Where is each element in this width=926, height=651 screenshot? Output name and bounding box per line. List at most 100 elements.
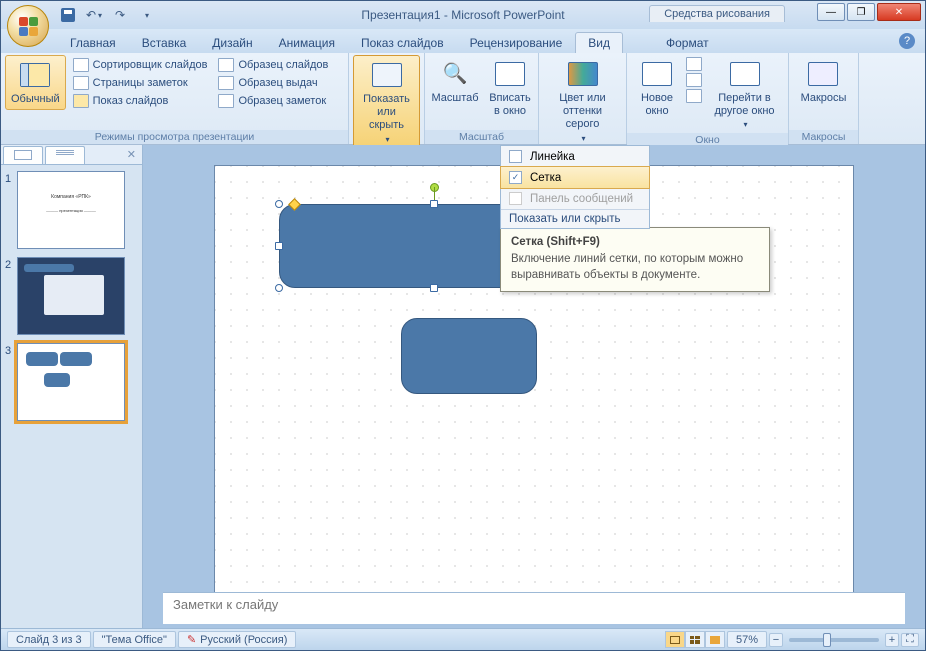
zoom-icon: 🔍 (439, 58, 471, 90)
zoom-button[interactable]: 🔍 Масштаб (429, 55, 481, 108)
group-macros-label: Макросы (789, 130, 858, 144)
switch-window-button[interactable]: Перейти в другое окно▾ (705, 55, 784, 133)
quick-access-toolbar: ↶▾ ↷ ▾ (57, 4, 157, 26)
fit-to-window-button[interactable]: ⛶ (901, 633, 919, 647)
master-slide-icon (218, 58, 234, 72)
window-title: Презентация1 - Microsoft PowerPoint (361, 8, 564, 22)
editor-area: Заметки к слайду Линейка ✓Сетка Панель с… (143, 145, 925, 628)
zoom-slider-thumb[interactable] (823, 633, 831, 647)
tab-view[interactable]: Вид (575, 32, 623, 53)
ribbon: Обычный Сортировщик слайдов Страницы зам… (1, 53, 925, 145)
view-slideshow-button[interactable]: Показ слайдов (69, 93, 212, 109)
pane-close-button[interactable]: ✕ (127, 148, 136, 161)
view-slideshow-btn[interactable] (705, 631, 725, 648)
zoom-in-button[interactable]: + (885, 633, 899, 647)
notes-page-icon (73, 76, 89, 90)
thumbnail-2[interactable]: 2 (5, 257, 138, 335)
view-buttons (665, 631, 725, 648)
thumbnail-1[interactable]: 1 Компания «РПК»——— презентация ——— (5, 171, 138, 249)
tooltip-title: Сетка (Shift+F9) (511, 236, 759, 248)
adjust-handle[interactable] (288, 198, 301, 211)
undo-button[interactable]: ↶▾ (83, 4, 105, 26)
view-notes-button[interactable]: Страницы заметок (69, 75, 212, 91)
tab-format[interactable]: Формат (653, 32, 722, 53)
outline-tab[interactable] (45, 146, 85, 164)
show-hide-icon (371, 59, 403, 91)
resize-handle-w[interactable] (275, 242, 283, 250)
status-theme[interactable]: "Тема Office" (93, 631, 176, 648)
dropdown-message-bar: Панель сообщений (501, 188, 649, 209)
save-button[interactable] (57, 4, 79, 26)
save-icon (61, 8, 75, 22)
ribbon-tabs: Главная Вставка Дизайн Анимация Показ сл… (1, 29, 925, 53)
tooltip: Сетка (Shift+F9) Включение линий сетки, … (500, 227, 770, 292)
title-bar: ↶▾ ↷ ▾ Презентация1 - Microsoft PowerPoi… (1, 1, 925, 29)
maximize-button[interactable]: ❐ (847, 3, 875, 21)
thumbnails-pane: ✕ 1 Компания «РПК»——— презентация ——— 2 … (1, 145, 143, 628)
view-normal-button[interactable]: Обычный (5, 55, 66, 110)
master-slide-button[interactable]: Образец слайдов (214, 57, 332, 73)
color-icon (567, 58, 599, 90)
normal-view-icon (19, 59, 51, 91)
color-grayscale-button[interactable]: Цвет или оттенки серого▾ (543, 55, 622, 146)
resize-handle-n[interactable] (430, 200, 438, 208)
cascade-icon[interactable] (686, 73, 702, 87)
macros-icon (807, 58, 839, 90)
thumbnail-3[interactable]: 3 (5, 343, 138, 421)
macros-button[interactable]: Макросы (796, 55, 852, 108)
resize-handle-sw[interactable] (275, 284, 283, 292)
zoom-out-button[interactable]: − (769, 633, 783, 647)
tab-insert[interactable]: Вставка (129, 32, 200, 53)
master-handout-button[interactable]: Образец выдач (214, 75, 332, 91)
tab-home[interactable]: Главная (57, 32, 129, 53)
fit-window-button[interactable]: Вписать в окно (484, 55, 536, 121)
close-button[interactable]: ✕ (877, 3, 921, 21)
zoom-percent[interactable]: 57% (727, 631, 767, 648)
tab-animations[interactable]: Анимация (266, 32, 348, 53)
view-sorter-btn[interactable] (685, 631, 705, 648)
notes-pane[interactable]: Заметки к слайду (163, 592, 905, 624)
status-slide[interactable]: Слайд 3 из 3 (7, 631, 91, 648)
dropdown-ruler[interactable]: Линейка (501, 146, 649, 167)
resize-handle-s[interactable] (430, 284, 438, 292)
master-handout-icon (218, 76, 234, 90)
master-notes-icon (218, 94, 234, 108)
slides-tab-icon (14, 150, 32, 160)
tab-design[interactable]: Дизайн (199, 32, 265, 53)
split-icon[interactable] (686, 89, 702, 103)
minimize-button[interactable]: — (817, 3, 845, 21)
status-language[interactable]: ✎Русский (Россия) (178, 631, 297, 648)
group-views-label: Режимы просмотра презентации (1, 130, 348, 144)
status-bar: Слайд 3 из 3 "Тема Office" ✎Русский (Рос… (1, 628, 925, 650)
app-window: ↶▾ ↷ ▾ Презентация1 - Microsoft PowerPoi… (0, 0, 926, 651)
tab-slideshow[interactable]: Показ слайдов (348, 32, 457, 53)
slideshow-icon (73, 94, 89, 108)
checkbox-icon (509, 150, 522, 163)
tooltip-body: Включение линий сетки, по которым можно … (511, 252, 759, 283)
new-window-icon (641, 58, 673, 90)
help-icon[interactable]: ? (899, 33, 915, 49)
resize-handle-nw[interactable] (275, 200, 283, 208)
new-window-button[interactable]: Новое окно (631, 55, 683, 121)
redo-button[interactable]: ↷ (109, 4, 131, 26)
zoom-slider[interactable] (789, 638, 879, 642)
view-normal-btn[interactable] (665, 631, 685, 648)
tab-review[interactable]: Рецензирование (457, 32, 576, 53)
switch-window-icon (729, 58, 761, 90)
dropdown-footer: Показать или скрыть (501, 209, 649, 228)
arrange-icon[interactable] (686, 57, 702, 71)
slides-tab[interactable] (3, 146, 43, 164)
checkbox-icon (509, 192, 522, 205)
shape-2[interactable] (401, 318, 537, 394)
fit-icon (494, 58, 526, 90)
qat-customize[interactable]: ▾ (135, 4, 157, 26)
sorter-icon (73, 58, 89, 72)
dropdown-grid[interactable]: ✓Сетка (500, 166, 650, 189)
body-area: ✕ 1 Компания «РПК»——— презентация ——— 2 … (1, 145, 925, 628)
master-notes-button[interactable]: Образец заметок (214, 93, 332, 109)
slideshow-icon (710, 636, 720, 644)
show-hide-button[interactable]: Показать или скрыть▾ (353, 55, 420, 148)
office-button[interactable] (7, 5, 49, 47)
view-sorter-button[interactable]: Сортировщик слайдов (69, 57, 212, 73)
spellcheck-icon: ✎ (187, 633, 196, 646)
